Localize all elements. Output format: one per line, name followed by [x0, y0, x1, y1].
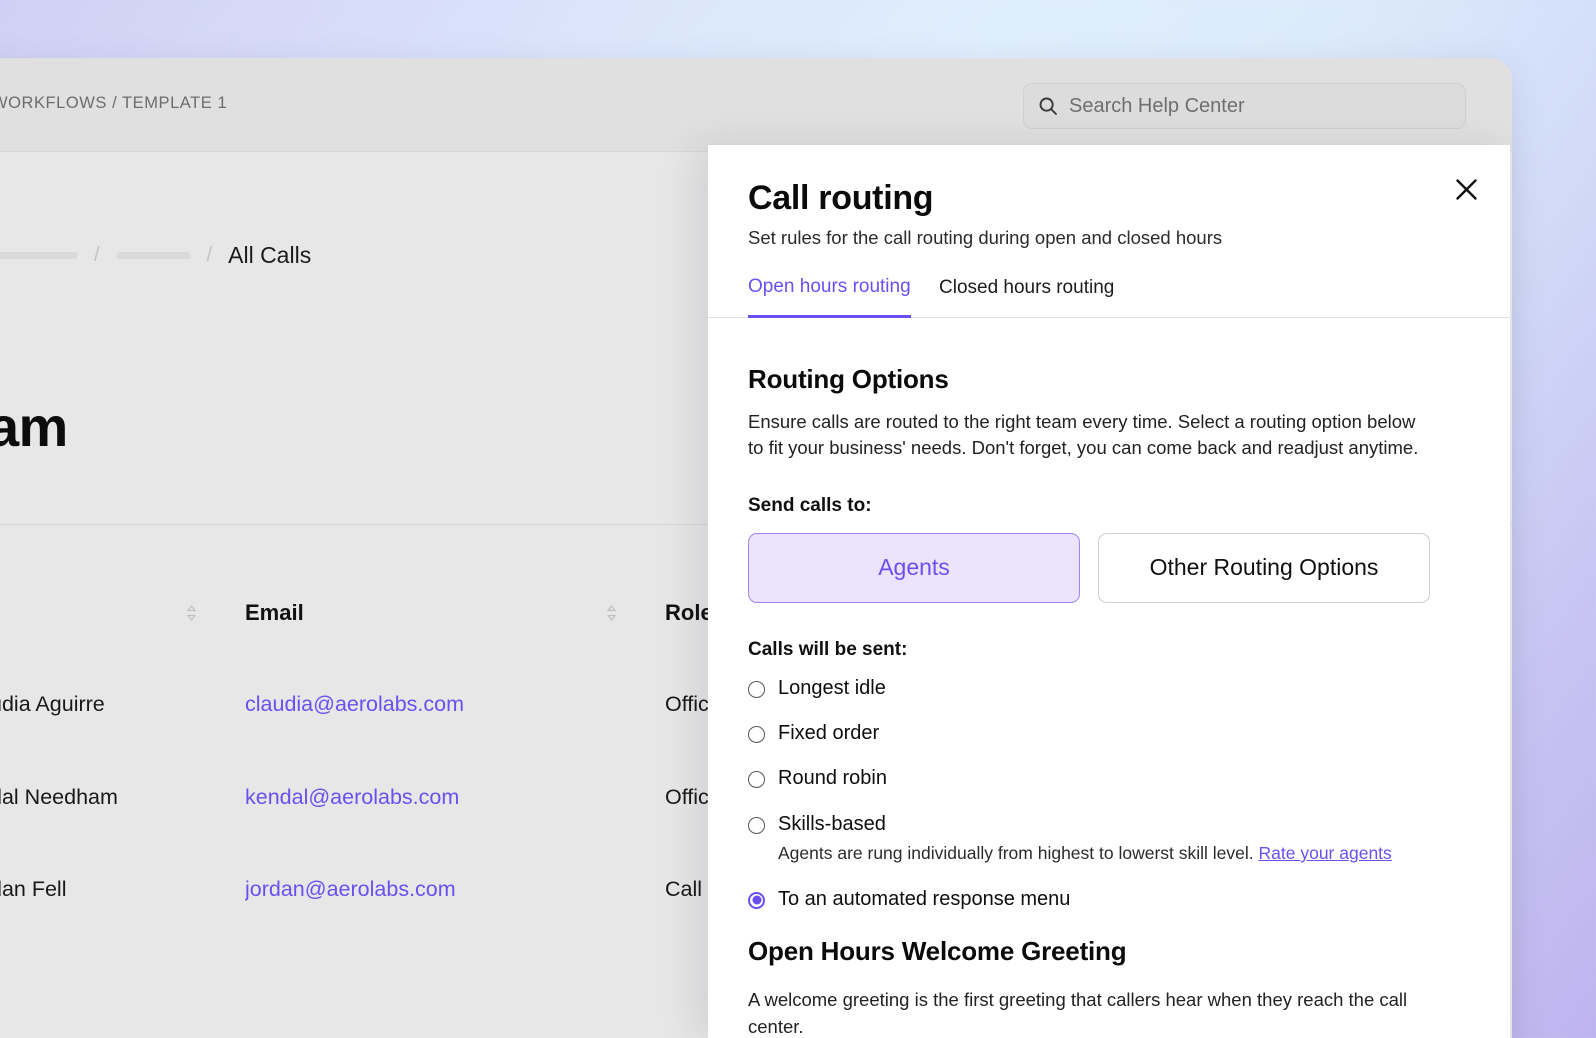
send-calls-to-options: Agents Other Routing Options: [748, 533, 1470, 603]
rate-your-agents-link[interactable]: Rate your agents: [1259, 843, 1392, 863]
routing-options-heading: Routing Options: [748, 364, 1470, 395]
send-calls-other-routing-options-button[interactable]: Other Routing Options: [1098, 533, 1430, 603]
cell-email[interactable]: kendal@aerolabs.com: [245, 785, 605, 810]
welcome-greeting-heading: Open Hours Welcome Greeting: [748, 936, 1470, 967]
radio-button-icon[interactable]: [748, 817, 765, 834]
radio-skills-based[interactable]: Skills-based Agents are rung individuall…: [748, 813, 1470, 865]
breadcrumb-separator-1: /: [94, 244, 100, 267]
send-calls-agents-button[interactable]: Agents: [748, 533, 1080, 603]
search-help-center[interactable]: Search Help Center: [1023, 83, 1466, 129]
breadcrumb-placeholder-2[interactable]: [116, 252, 191, 259]
radio-label: To an automated response menu: [778, 888, 1070, 910]
breadcrumb-current: All Calls: [228, 242, 311, 269]
radio-button-icon[interactable]: [748, 681, 765, 698]
cell-name: dan Fell: [0, 877, 185, 902]
routing-options-description: Ensure calls are routed to the right tea…: [748, 409, 1420, 462]
radio-label: Round robin: [778, 767, 887, 789]
calls-routing-radio-group: Longest idle Fixed order Round robin Ski…: [748, 677, 1470, 911]
radio-button-icon[interactable]: [748, 726, 765, 743]
cell-email[interactable]: jordan@aerolabs.com: [245, 877, 605, 902]
close-icon[interactable]: [1446, 169, 1486, 209]
panel-title: Call routing: [748, 179, 933, 218]
radio-fixed-order[interactable]: Fixed order: [748, 722, 1470, 744]
radio-label: Longest idle: [778, 677, 886, 699]
radio-description-text: Agents are rung individually from highes…: [778, 843, 1254, 863]
breadcrumb-workflows[interactable]: WORKFLOWS / TEMPLATE 1: [0, 94, 227, 113]
search-input[interactable]: Search Help Center: [1069, 95, 1245, 118]
radio-longest-idle[interactable]: Longest idle: [748, 677, 1470, 699]
tab-closed-hours-routing[interactable]: Closed hours routing: [939, 272, 1114, 318]
breadcrumb-placeholder-1[interactable]: [0, 252, 78, 259]
radio-button-icon[interactable]: [748, 892, 765, 909]
cell-name: udia Aguirre: [0, 692, 185, 717]
radio-button-icon[interactable]: [748, 771, 765, 788]
sort-chevrons-icon[interactable]: [605, 603, 665, 623]
sort-chevrons-icon[interactable]: [185, 603, 245, 623]
cell-name: dal Needham: [0, 785, 185, 810]
call-routing-panel: Call routing Set rules for the call rout…: [708, 145, 1510, 1038]
breadcrumb: / / All Calls: [0, 242, 311, 269]
send-calls-to-label: Send calls to:: [748, 495, 1470, 517]
welcome-greeting-description: A welcome greeting is the first greeting…: [748, 987, 1420, 1038]
cell-email[interactable]: claudia@aerolabs.com: [245, 692, 605, 717]
calls-will-be-sent-label: Calls will be sent:: [748, 639, 1470, 661]
radio-label: Fixed order: [778, 722, 879, 744]
radio-automated-response-menu[interactable]: To an automated response menu: [748, 888, 1470, 910]
radio-round-robin[interactable]: Round robin: [748, 767, 1470, 789]
breadcrumb-separator-2: /: [207, 244, 213, 267]
radio-description: Agents are rung individually from highes…: [778, 842, 1392, 865]
search-icon: [1038, 96, 1058, 116]
panel-tabs: Open hours routing Closed hours routing: [708, 272, 1510, 318]
radio-label: Skills-based: [778, 813, 886, 835]
tab-open-hours-routing[interactable]: Open hours routing: [748, 272, 911, 318]
panel-content: Routing Options Ensure calls are routed …: [708, 319, 1510, 1038]
page-title: am: [0, 394, 68, 459]
top-bar: WORKFLOWS / TEMPLATE 1 Search Help Cente…: [0, 58, 1512, 152]
column-header-email[interactable]: Email: [245, 600, 605, 626]
panel-subtitle: Set rules for the call routing during op…: [748, 227, 1222, 249]
